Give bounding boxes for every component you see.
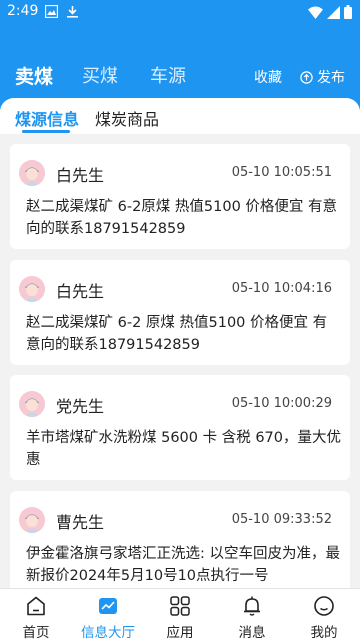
tab-messages-label: 消息 xyxy=(238,625,266,641)
bell-icon xyxy=(244,596,260,616)
subtab-coal-source-info[interactable]: 煤源信息 xyxy=(15,106,79,130)
download-notification-icon xyxy=(67,6,78,18)
grid-apps-icon xyxy=(170,596,190,616)
user-avatar-icon xyxy=(19,160,45,186)
avatar xyxy=(19,160,45,186)
post-time: 05-10 10:00:29 xyxy=(231,396,332,411)
post-time: 05-10 10:04:16 xyxy=(231,281,332,296)
trend-chart-icon xyxy=(99,598,117,614)
list-item[interactable]: 白先生 05-10 10:05:51 赵二成渠煤矿 6-2原煤 热值5100 价… xyxy=(10,144,350,249)
post-time: 05-10 09:33:52 xyxy=(231,512,332,527)
post-content: 赵二成渠煤矿 6-2原煤 热值5100 价格便宜 有意向的联系187915428… xyxy=(26,199,338,237)
content-panel: 煤源信息 煤炭商品 白先生 05-10 10:05:51 赵二成渠煤矿 6-2原… xyxy=(0,98,360,588)
tab-apps-label: 应用 xyxy=(166,625,194,641)
poster-name: 白先生 xyxy=(56,166,105,185)
poster-name: 党先生 xyxy=(56,397,105,416)
tab-info-hall[interactable]: 信息大厅 xyxy=(72,589,144,641)
avatar xyxy=(19,391,45,417)
avatar xyxy=(19,507,45,533)
tab-info-hall-label: 信息大厅 xyxy=(81,625,135,641)
subtab-active-indicator xyxy=(22,130,70,133)
bottom-tab-bar: 首页 信息大厅 应用 消息 我的 xyxy=(0,588,360,641)
battery-icon xyxy=(344,5,352,19)
smile-profile-icon xyxy=(314,596,334,616)
tab-home[interactable]: 首页 xyxy=(0,589,72,641)
avatar xyxy=(19,276,45,302)
upload-circle-icon xyxy=(300,70,313,84)
user-avatar-icon xyxy=(19,276,45,302)
user-avatar-icon xyxy=(19,391,45,417)
cellular-signal-icon xyxy=(327,5,340,19)
tab-mine[interactable]: 我的 xyxy=(288,589,360,641)
list-item[interactable]: 白先生 05-10 10:04:16 赵二成渠煤矿 6-2 原煤 热值5100 … xyxy=(10,260,350,365)
tab-apps[interactable]: 应用 xyxy=(144,589,216,641)
post-content: 伊金霍洛旗弓家塔汇正洗选: 以空车回皮为准，最新报价2024年5月10号10点执… xyxy=(26,546,340,584)
status-bar: 2:49 xyxy=(0,0,360,24)
subtab-coal-products[interactable]: 煤炭商品 xyxy=(95,106,159,130)
collect-button[interactable]: 收藏 xyxy=(254,67,282,87)
status-time: 2:49 xyxy=(7,3,39,19)
tab-home-label: 首页 xyxy=(22,625,50,641)
tab-sell-coal[interactable]: 卖煤 xyxy=(15,62,53,89)
list-item[interactable]: 曹先生 05-10 09:33:52 伊金霍洛旗弓家塔汇正洗选: 以空车回皮为准… xyxy=(10,491,350,588)
image-notification-icon xyxy=(45,5,58,18)
publish-label: 发布 xyxy=(317,70,345,86)
home-icon xyxy=(27,596,45,616)
user-avatar-icon xyxy=(19,507,45,533)
publish-button[interactable]: 发布 xyxy=(300,67,345,87)
tab-buy-coal[interactable]: 买煤 xyxy=(82,62,118,88)
tab-vehicle-source[interactable]: 车源 xyxy=(150,62,186,88)
tab-messages[interactable]: 消息 xyxy=(216,589,288,641)
post-time: 05-10 10:05:51 xyxy=(231,165,332,180)
post-content: 羊市塔煤矿水洗粉煤 5600 卡 含税 670，量大优惠 xyxy=(26,430,342,468)
tab-mine-label: 我的 xyxy=(310,625,338,641)
poster-name: 白先生 xyxy=(56,282,105,301)
list-item[interactable]: 党先生 05-10 10:00:29 羊市塔煤矿水洗粉煤 5600 卡 含税 6… xyxy=(10,375,350,480)
poster-name: 曹先生 xyxy=(56,513,105,532)
post-content: 赵二成渠煤矿 6-2 原煤 热值5100 价格便宜 有意向的联系18791542… xyxy=(26,315,328,353)
wifi-icon xyxy=(308,6,323,19)
sub-tabs: 煤源信息 煤炭商品 xyxy=(0,98,360,134)
